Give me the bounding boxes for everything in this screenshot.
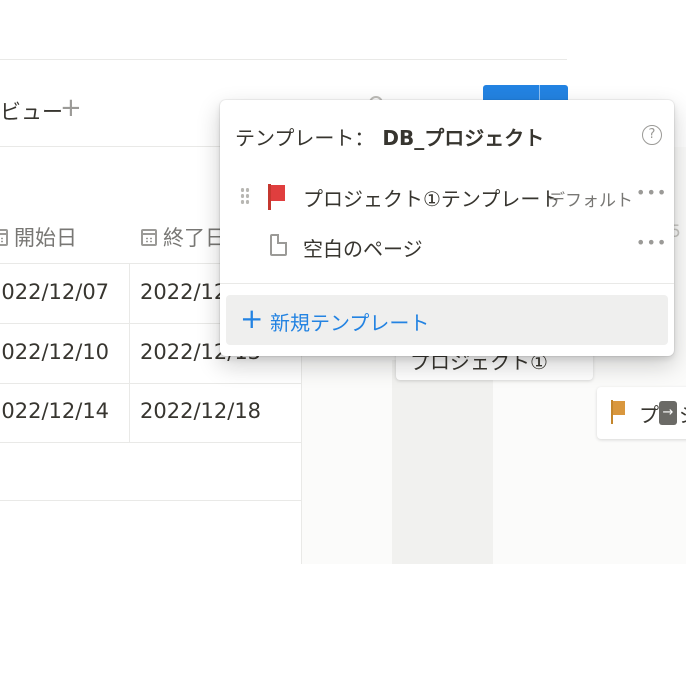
help-icon[interactable]: ? bbox=[642, 125, 662, 145]
popup-title-prefix: テンプレート： bbox=[235, 126, 375, 150]
column-header-start-label: 開始日 bbox=[14, 226, 77, 250]
add-view-button[interactable]: + bbox=[60, 94, 82, 122]
template-label: 空白のページ bbox=[303, 237, 423, 261]
column-header-start[interactable]: 開始日 bbox=[0, 222, 77, 252]
popup-divider bbox=[220, 283, 674, 284]
red-flag-icon bbox=[268, 184, 288, 210]
table-cell-start[interactable]: 2022/12/10 bbox=[0, 340, 109, 364]
table-cell-start[interactable]: 2022/12/14 bbox=[0, 399, 109, 423]
template-label: プロジェクト①テンプレート bbox=[303, 187, 561, 211]
top-divider bbox=[0, 59, 567, 60]
new-template-label: 新規テンプレート bbox=[270, 311, 430, 335]
open-arrow-icon[interactable]: → bbox=[659, 401, 677, 425]
more-icon[interactable]: ••• bbox=[636, 233, 667, 252]
column-header-end-label: 終了日 bbox=[163, 226, 226, 250]
popup-title: テンプレート： DB_プロジェクト bbox=[235, 122, 544, 151]
view-tab[interactable]: ビュー bbox=[0, 96, 63, 126]
plus-icon: + bbox=[240, 302, 264, 335]
table-row-divider bbox=[0, 383, 302, 384]
page-icon bbox=[270, 234, 287, 256]
timeline-today-column bbox=[392, 360, 493, 564]
orange-flag-icon bbox=[611, 400, 625, 424]
template-popup: テンプレート： DB_プロジェクト ? プロジェクト①テンプレート デフォルト … bbox=[220, 100, 674, 356]
calendar-icon bbox=[0, 228, 8, 246]
default-badge: デフォルト bbox=[548, 191, 633, 211]
table-column-divider bbox=[129, 264, 130, 442]
more-icon[interactable]: ••• bbox=[636, 183, 667, 202]
table-cell-start[interactable]: 2022/12/07 bbox=[0, 280, 109, 304]
drag-handle-icon[interactable] bbox=[240, 187, 250, 205]
timeline-card[interactable]: プロジ → bbox=[597, 387, 686, 439]
column-header-end[interactable]: 終了日 bbox=[141, 222, 226, 252]
table-row-divider bbox=[0, 442, 302, 443]
template-item[interactable]: 空白のページ ••• bbox=[228, 225, 666, 267]
template-item[interactable]: プロジェクト①テンプレート デフォルト ••• bbox=[228, 175, 666, 217]
table-cell-end[interactable]: 2022/12/18 bbox=[140, 399, 261, 423]
table-bottom-divider bbox=[0, 500, 302, 501]
new-template-button[interactable]: + 新規テンプレート bbox=[226, 295, 668, 345]
popup-title-db: DB_プロジェクト bbox=[382, 126, 545, 150]
calendar-icon bbox=[141, 228, 157, 246]
